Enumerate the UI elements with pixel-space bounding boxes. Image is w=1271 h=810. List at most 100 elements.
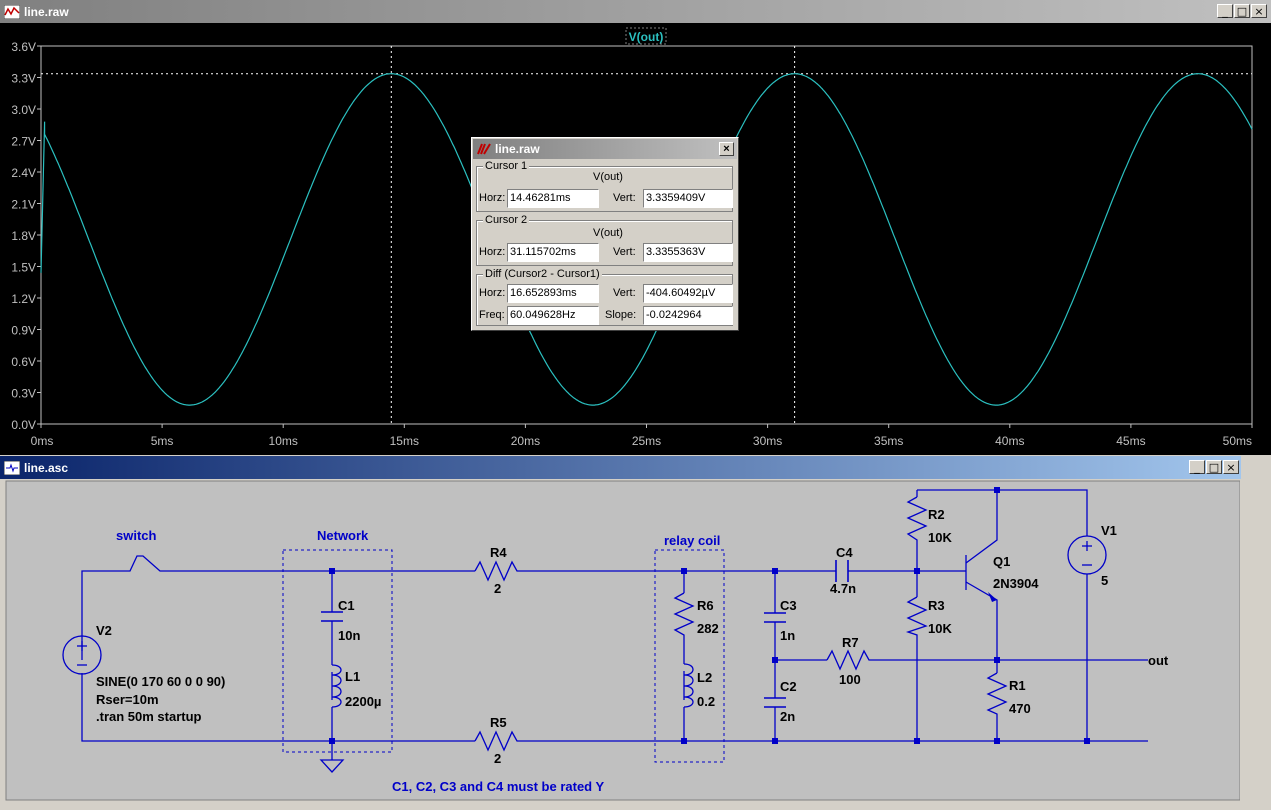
cursor1-vert-field[interactable]: 3.3359409V [643, 189, 733, 208]
diff-horz-field[interactable]: 16.652893ms [507, 284, 599, 303]
r7-name[interactable]: R7 [842, 635, 859, 650]
x-tick-label: 5ms [151, 434, 174, 448]
r6-value[interactable]: 282 [697, 621, 719, 636]
plot-titlebar[interactable]: line.raw _ □ × [0, 0, 1271, 23]
diff-freq-field[interactable]: 60.049628Hz [507, 306, 599, 325]
schematic-window: line.asc _ □ × switch Network relay coil… [0, 456, 1271, 810]
diff-vert-field[interactable]: -404.60492µV [643, 284, 733, 303]
trace-label[interactable]: V(out) [629, 30, 664, 44]
r2-value[interactable]: 10K [928, 530, 952, 545]
cursor1-group-label: Cursor 1 [483, 160, 530, 172]
cursor2-group-label: Cursor 2 [483, 214, 530, 226]
dialog-titlebar[interactable]: line.raw × [473, 139, 737, 159]
c4-value[interactable]: 4.7n [830, 581, 856, 596]
q1-name[interactable]: Q1 [993, 554, 1010, 569]
r1-value[interactable]: 470 [1009, 701, 1031, 716]
label-switch[interactable]: switch [116, 528, 157, 543]
diff-horz-label: Horz: [479, 287, 506, 299]
tran-directive[interactable]: .tran 50m startup [96, 709, 202, 724]
cursor1-horz-field[interactable]: 14.46281ms [507, 189, 599, 208]
r4-value[interactable]: 2 [494, 581, 501, 596]
y-tick-label: 0.3V [11, 387, 36, 401]
r5-value[interactable]: 2 [494, 751, 501, 766]
y-tick-label: 3.0V [11, 103, 36, 117]
x-tick-label: 0ms [31, 434, 54, 448]
r7-value[interactable]: 100 [839, 672, 861, 687]
y-tick-label: 2.4V [11, 166, 36, 180]
label-network[interactable]: Network [317, 528, 369, 543]
cursor2-horz-field[interactable]: 31.115702ms [507, 243, 599, 262]
cursor2-trace: V(out) [593, 227, 623, 239]
x-tick-label: 45ms [1116, 434, 1145, 448]
c4-name[interactable]: C4 [836, 545, 853, 560]
r1-name[interactable]: R1 [1009, 678, 1026, 693]
x-tick-label: 30ms [753, 434, 782, 448]
y-tick-label: 3.3V [11, 72, 36, 86]
cursor2-horz-label: Horz: [479, 246, 506, 258]
y-tick-label: 2.7V [11, 135, 36, 149]
l1-value[interactable]: 2200µ [345, 694, 381, 709]
q1-model[interactable]: 2N3904 [993, 576, 1039, 591]
label-relay-coil[interactable]: relay coil [664, 533, 720, 548]
l2-value[interactable]: 0.2 [697, 694, 715, 709]
cursor2-group: Cursor 2 V(out) Horz: 31.115702ms Vert: … [476, 214, 733, 266]
r3-value[interactable]: 10K [928, 621, 952, 636]
r2-name[interactable]: R2 [928, 507, 945, 522]
l1-name[interactable]: L1 [345, 669, 360, 684]
diff-vert-label: Vert: [613, 287, 636, 299]
y-tick-label: 1.5V [11, 261, 36, 275]
x-tick-label: 50ms [1223, 434, 1252, 448]
cursor-readout-dialog: line.raw × Cursor 1 V(out) Horz: 14.4628… [471, 137, 739, 331]
y-tick-label: 2.1V [11, 198, 36, 212]
v2-name[interactable]: V2 [96, 623, 112, 638]
minimize-button[interactable]: _ [1189, 460, 1205, 474]
ltspice-icon [477, 143, 491, 155]
v1-value[interactable]: 5 [1101, 573, 1108, 588]
r3-name[interactable]: R3 [928, 598, 945, 613]
dialog-title: line.raw [495, 142, 540, 156]
v1-name[interactable]: V1 [1101, 523, 1117, 538]
v2-spec-sine[interactable]: SINE(0 170 60 0 0 90) [96, 674, 225, 689]
c1-value[interactable]: 10n [338, 628, 360, 643]
schematic-icon [4, 460, 20, 475]
c3-name[interactable]: C3 [780, 598, 797, 613]
l2-name[interactable]: L2 [697, 670, 712, 685]
cursor1-vert-label: Vert: [613, 192, 636, 204]
cursor2-vert-field[interactable]: 3.3355363V [643, 243, 733, 262]
r4-name[interactable]: R4 [490, 545, 507, 560]
diff-slope-field[interactable]: -0.0242964 [643, 306, 733, 325]
x-tick-label: 10ms [269, 434, 298, 448]
y-tick-label: 3.6V [11, 40, 36, 54]
note-text[interactable]: C1, C2, C3 and C4 must be rated Y [392, 779, 604, 794]
diff-group-label: Diff (Cursor2 - Cursor1) [483, 268, 602, 280]
plot-window: line.raw _ □ × 0.0V 0.3V 0.6V 0.9V 1.2V 1.5V 1… [0, 0, 1271, 455]
diff-freq-label: Freq: [479, 309, 505, 321]
diff-group: Diff (Cursor2 - Cursor1) Horz: 16.652893… [476, 268, 733, 326]
cursor2-vert-label: Vert: [613, 246, 636, 258]
x-tick-label: 15ms [390, 434, 419, 448]
close-button[interactable]: × [1251, 4, 1267, 18]
c2-name[interactable]: C2 [780, 679, 797, 694]
y-tick-label: 1.8V [11, 229, 36, 243]
c2-value[interactable]: 2n [780, 709, 795, 724]
c1-name[interactable]: C1 [338, 598, 355, 613]
cursor1-trace: V(out) [593, 171, 623, 183]
schematic-titlebar[interactable]: line.asc _ □ × [0, 456, 1271, 479]
schematic-canvas[interactable]: switch Network relay coil out C1, C2, C3… [0, 479, 1240, 802]
plot-window-title: line.raw [24, 4, 69, 19]
schematic-scroll-gutter [1241, 456, 1271, 810]
r6-name[interactable]: R6 [697, 598, 714, 613]
close-button[interactable]: × [1223, 460, 1239, 474]
x-tick-label: 35ms [874, 434, 903, 448]
r5-name[interactable]: R5 [490, 715, 507, 730]
x-tick-label: 20ms [511, 434, 540, 448]
x-tick-label: 40ms [995, 434, 1024, 448]
dialog-close-button[interactable]: × [719, 142, 734, 156]
minimize-button[interactable]: _ [1217, 4, 1233, 18]
label-out[interactable]: out [1148, 653, 1169, 668]
maximize-button[interactable]: □ [1234, 4, 1250, 18]
x-tick-label: 25ms [632, 434, 661, 448]
c3-value[interactable]: 1n [780, 628, 795, 643]
v2-spec-rser[interactable]: Rser=10m [96, 692, 159, 707]
maximize-button[interactable]: □ [1206, 460, 1222, 474]
